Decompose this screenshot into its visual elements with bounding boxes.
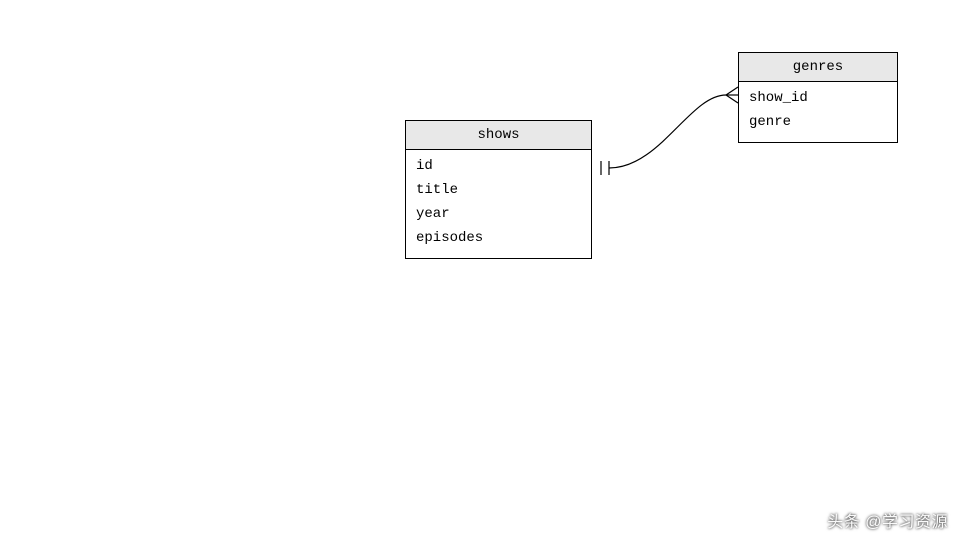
field-genres-showid: show_id: [747, 86, 889, 110]
field-shows-year: year: [414, 202, 583, 226]
entity-shows-body: id title year episodes: [406, 150, 591, 258]
field-genres-genre: genre: [747, 110, 889, 134]
entity-genres-body: show_id genre: [739, 82, 897, 142]
field-shows-episodes: episodes: [414, 226, 583, 250]
entity-shows-header: shows: [406, 121, 591, 150]
field-shows-id: id: [414, 154, 583, 178]
entity-genres-header: genres: [739, 53, 897, 82]
field-shows-title: title: [414, 178, 583, 202]
watermark-text: 头条 @学习资源: [827, 508, 948, 532]
entity-genres: genres show_id genre: [738, 52, 898, 143]
entity-shows: shows id title year episodes: [405, 120, 592, 259]
